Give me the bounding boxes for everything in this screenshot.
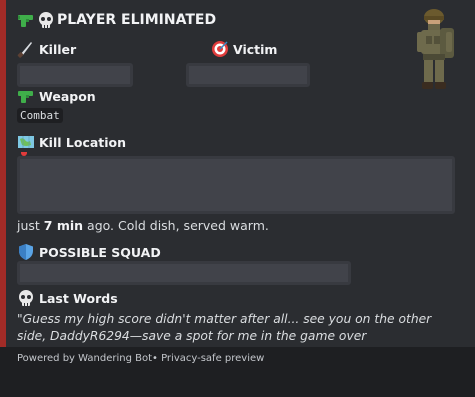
kill-time-text: just 7 min ago. Cold dish, served warm. bbox=[17, 218, 269, 233]
knife-icon bbox=[17, 42, 32, 58]
weapon-label: Weapon bbox=[17, 87, 96, 105]
embed-title-text: PLAYER ELIMINATED bbox=[57, 12, 217, 28]
weapon-value: Combat bbox=[17, 108, 63, 123]
gun-icon bbox=[18, 91, 33, 103]
killer-value-redacted bbox=[17, 63, 133, 87]
victim-label: Victim bbox=[211, 40, 277, 58]
embed-footer: Powered by Wandering Bot• Privacy-safe p… bbox=[0, 347, 475, 397]
victim-value-redacted bbox=[186, 63, 310, 87]
skull-icon bbox=[39, 12, 53, 28]
shield-icon bbox=[19, 244, 33, 260]
embed-title: PLAYER ELIMINATED bbox=[17, 11, 216, 29]
kill-location-label: Kill Location bbox=[17, 133, 126, 151]
kill-location-value-redacted bbox=[17, 156, 455, 214]
killer-label: Killer bbox=[17, 40, 76, 58]
skull-icon bbox=[19, 290, 33, 306]
kill-embed: PLAYER ELIMINATED Killer Victim Weapon C… bbox=[0, 0, 475, 347]
last-words-label: Last Words bbox=[17, 289, 118, 307]
soldier-avatar bbox=[417, 9, 454, 89]
possible-squad-value-redacted bbox=[17, 261, 351, 285]
footer-text: Powered by Wandering Bot• Privacy-safe p… bbox=[17, 353, 265, 364]
embed-accent-bar bbox=[0, 0, 6, 347]
gun-icon bbox=[18, 15, 33, 27]
target-icon bbox=[212, 41, 228, 57]
possible-squad-label: POSSIBLE SQUAD bbox=[17, 243, 161, 261]
last-words-quote: "Guess my high score didn't matter after… bbox=[17, 312, 432, 343]
map-icon bbox=[18, 136, 34, 148]
